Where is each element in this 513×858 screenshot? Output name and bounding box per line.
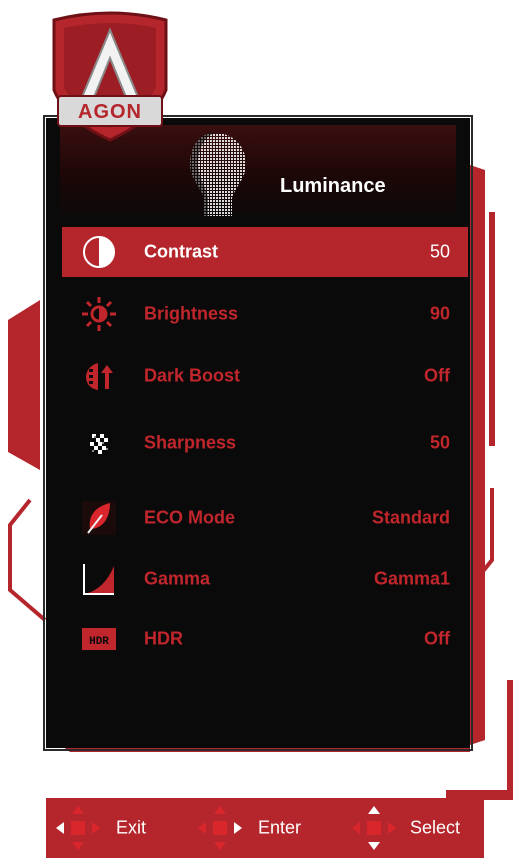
menu-item-dark-boost[interactable]: Dark Boost Off	[62, 351, 468, 401]
menu-item-sharpness[interactable]: Sharpness 50	[62, 418, 468, 468]
hdr-icon: HDR	[82, 628, 116, 650]
dpad-right-icon	[198, 806, 242, 850]
dpad-updown-icon	[352, 806, 396, 850]
menu-item-label: Brightness	[144, 303, 239, 324]
menu-item-value: Off	[424, 365, 450, 386]
menu-item-brightness[interactable]: Brightness 90	[62, 289, 468, 339]
menu-item-label: HDR	[144, 628, 183, 649]
menu-item-value: 50	[429, 241, 450, 262]
brightness-icon	[82, 297, 116, 331]
menu-item-value: 50	[429, 432, 450, 453]
menu-item-contrast[interactable]: Contrast 50	[62, 227, 468, 277]
menu-item-gamma[interactable]: Gamma Gamma1	[62, 554, 468, 604]
menu-item-value: Standard	[371, 507, 450, 528]
contrast-icon	[83, 236, 115, 268]
light-bulb-icon	[190, 133, 246, 216]
menu-item-value: Gamma1	[373, 568, 450, 589]
menu-title: Luminance	[280, 175, 386, 197]
logo-brand-text: AGON	[78, 101, 142, 123]
menu-item-label: Gamma	[144, 568, 211, 589]
eco-leaf-icon	[82, 501, 116, 535]
agon-logo: AGON	[52, 11, 168, 142]
menu-item-label: ECO Mode	[144, 507, 236, 528]
gamma-curve-icon	[83, 564, 114, 595]
sharpness-icon	[90, 434, 108, 454]
hdr-badge-text: HDR	[89, 636, 109, 648]
menu-item-hdr[interactable]: HDR HDR Off	[62, 614, 468, 664]
menu-item-label: Sharpness	[144, 432, 237, 453]
menu-item-eco-mode[interactable]: ECO Mode Standard	[62, 493, 468, 543]
select-key-label: Select	[410, 817, 461, 838]
menu-item-label: Contrast	[144, 241, 219, 262]
exit-key-label: Exit	[116, 817, 147, 838]
key-guide-bar: Exit Enter Select	[46, 798, 484, 858]
menu-item-label: Dark Boost	[144, 365, 241, 386]
dark-boost-icon	[86, 363, 113, 390]
menu-item-value: 90	[429, 303, 450, 324]
enter-key-label: Enter	[258, 817, 302, 838]
menu-item-value: Off	[424, 628, 450, 649]
dpad-left-icon	[56, 806, 100, 850]
